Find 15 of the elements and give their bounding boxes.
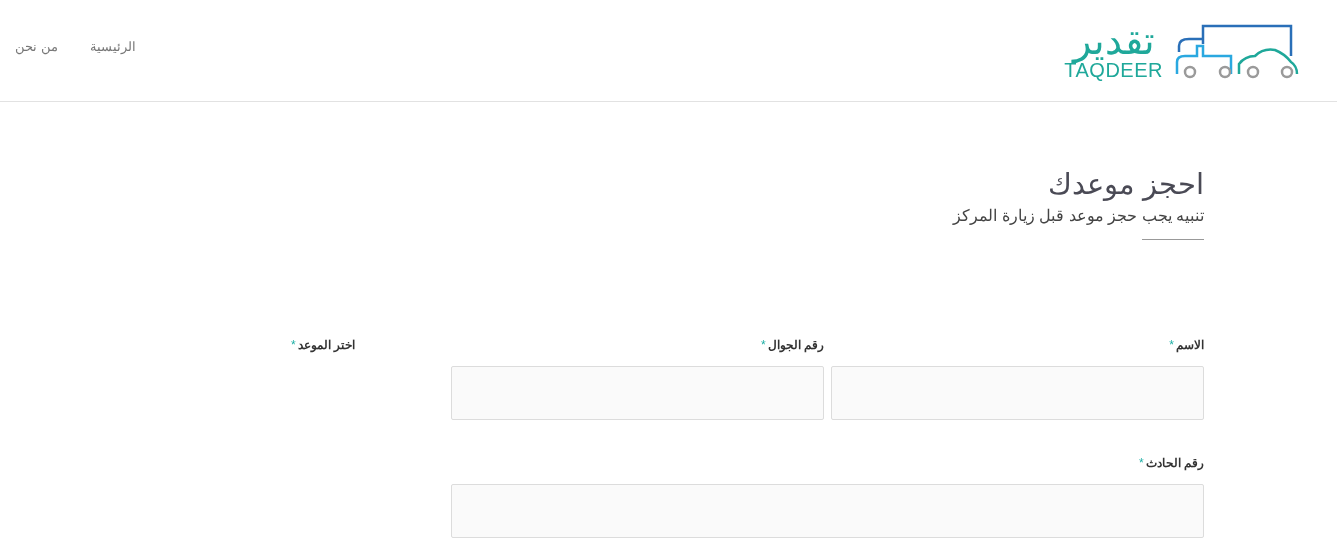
text-field[interactable] — [451, 366, 824, 421]
field-label: رقم الجوال — [767, 337, 824, 355]
text-field[interactable] — [451, 484, 1204, 539]
page-title: احجز موعدك — [1046, 167, 1204, 203]
nav-link[interactable]: الرئيسية — [89, 37, 136, 57]
nav-link[interactable]: من نحن — [15, 37, 58, 57]
text-field[interactable] — [831, 366, 1204, 421]
field-label: الاسم — [1176, 337, 1204, 355]
required-asterisk: * — [1169, 337, 1174, 355]
required-asterisk: * — [761, 337, 766, 355]
required-asterisk: * — [1139, 455, 1144, 473]
field-label: رقم الحادث — [1145, 455, 1204, 473]
notice-text: تنبيه يجب حجز موعد قبل زيارة المركز — [951, 206, 1204, 227]
field-label: اختر الموعد — [297, 337, 355, 355]
required-asterisk: * — [291, 337, 296, 355]
